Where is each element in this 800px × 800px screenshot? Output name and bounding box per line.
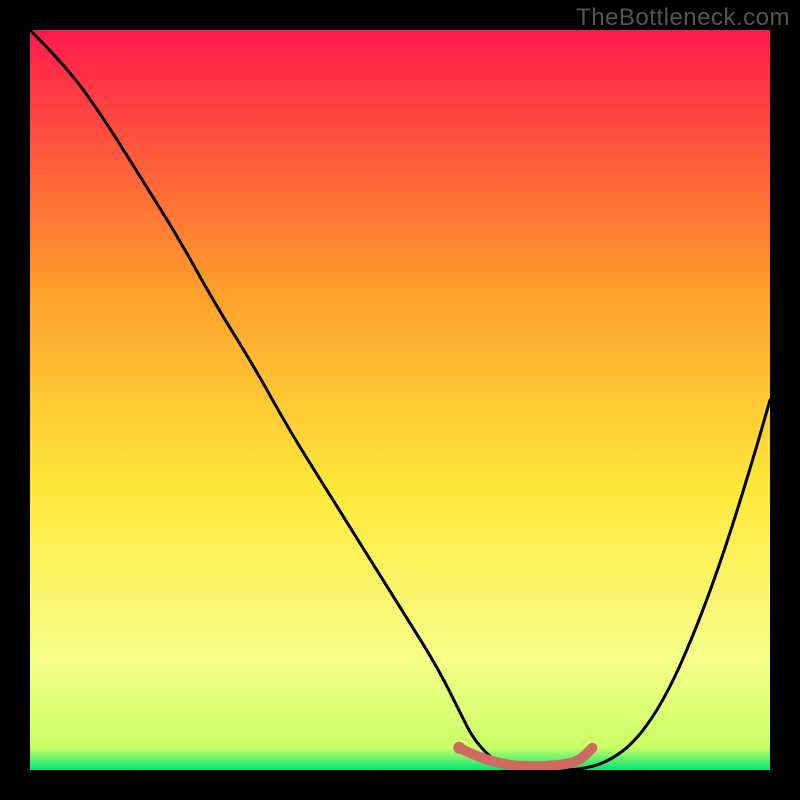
optimal-range-start-dot [453, 742, 465, 754]
chart-stage: TheBottleneck.com [0, 0, 800, 800]
watermark-text: TheBottleneck.com [576, 4, 790, 32]
bottleneck-chart [30, 30, 770, 770]
gradient-background [30, 30, 770, 770]
